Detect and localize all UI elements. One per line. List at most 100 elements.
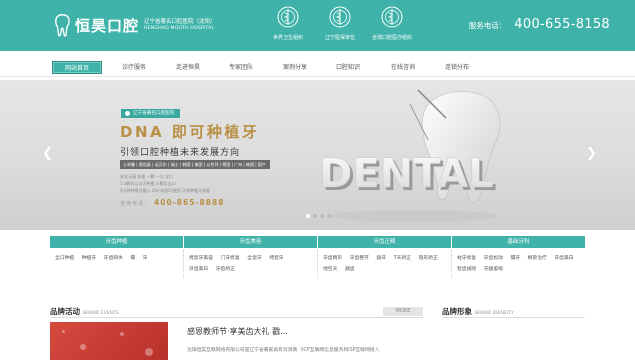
- events-title: 品牌活动: [50, 307, 80, 316]
- banner-line: 安全无痛 快速 一颗 一次 全口: [120, 174, 174, 179]
- brand-identity-title-en: BRAND IDENEITY: [475, 311, 514, 316]
- brand-name: 恒昊口腔: [75, 16, 140, 35]
- hospital-name-cn: 辽宁省著名口腔医院（沈阳）: [144, 18, 216, 25]
- category-link[interactable]: 牙齿矫正: [216, 267, 235, 272]
- nav-item-about[interactable]: 走进恒昊: [168, 61, 208, 74]
- who-emblem-icon: [277, 6, 299, 28]
- certification-badges: 世界卫生组织 辽宁医保单位 全球口腔医疗组织: [262, 6, 418, 41]
- hotline-label: 服务电话：: [468, 21, 507, 30]
- bubble-decoration: [62, 330, 65, 333]
- more-button[interactable]: MORE: [383, 307, 423, 316]
- chevron-left-icon[interactable]: ❮: [42, 146, 53, 161]
- category-link[interactable]: 牙齿美白: [189, 267, 208, 272]
- category-list: 全口种植 种植牙 牙齿缺失 镶 牙: [50, 250, 184, 278]
- category-link[interactable]: 龅牙: [376, 256, 386, 261]
- main-nav: 网站首页 诊疗服务 走进恒昊 专家团队 案例分享 口腔知识 在线咨询 连锁分布: [0, 57, 635, 77]
- category-link[interactable]: 牙: [143, 256, 148, 261]
- logo[interactable]: 恒昊口腔 辽宁省著名口腔医院（沈阳） HENGHAO MOUTH HOSPITA…: [54, 11, 216, 39]
- event-thumbnail[interactable]: [50, 322, 168, 360]
- nav-item-experts[interactable]: 专家团队: [221, 61, 261, 74]
- hotline: 服务电话： 400-655-8158: [469, 17, 610, 32]
- category-link[interactable]: 种植牙: [82, 256, 96, 261]
- banner-tag: 辽宁省著名口腔医院: [121, 109, 181, 118]
- event-description: 沈阳恒昊互联网络有限公司是辽宁省著家具有双资质（ICP互联网信息服务和ISP互联…: [187, 348, 380, 353]
- events-header: 品牌活动 BRAND EVENTS: [50, 306, 423, 318]
- nav-item-consult[interactable]: 在线咨询: [383, 61, 423, 74]
- slide-dot[interactable]: [313, 214, 317, 218]
- category-list: 蛀牙修复 牙齿松动 镶牙 根管治疗 牙齿美白 智齿拔除 牙龈萎缩: [452, 250, 585, 278]
- category-link[interactable]: 7天矫正: [394, 256, 411, 261]
- category-link[interactable]: 根管治疗: [528, 256, 547, 261]
- tooth-dot-icon: [125, 111, 130, 116]
- slide-dot[interactable]: [320, 214, 324, 218]
- category-link[interactable]: 牙齿美白: [554, 256, 573, 261]
- category-link[interactable]: 智齿拔除: [457, 267, 476, 272]
- nav-item-services[interactable]: 诊疗服务: [114, 61, 154, 74]
- nav-item-branches[interactable]: 连锁分布: [437, 61, 477, 74]
- badge-who: 世界卫生组织: [262, 6, 314, 41]
- category-list: 牙齿畸形 牙齿整齐 龅牙 7天矫正 隐形矫正 地包天 龋齿: [318, 250, 452, 278]
- category-link[interactable]: 门牙修复: [221, 256, 240, 261]
- category-link[interactable]: 镶: [130, 256, 135, 261]
- banner-headline: DNA 即可种植牙: [120, 123, 260, 141]
- category-link[interactable]: 蛀牙修复: [457, 256, 476, 261]
- banner-small-text: 安全无痛 快速 一颗 一次 全口 1-3颗可以当天种植 半颗至全口 5分钟种植牙…: [120, 173, 210, 194]
- category-link[interactable]: 牙齿松动: [484, 256, 503, 261]
- brand-identity-header: 品牌形象 BRAND IDENEITY: [442, 306, 585, 318]
- banner-line: 5分钟种植牙植入 24小时即可使用 牙周种植牙修复: [120, 188, 211, 193]
- banner-subhead: 引领口腔种植未来发展方向: [120, 148, 241, 158]
- logo-text: 辽宁省著名口腔医院（沈阳） HENGHAO MOUTH HOSPITAL: [144, 19, 216, 32]
- category-link[interactable]: 牙齿畸形: [323, 256, 342, 261]
- banner-tag-label: 辽宁省著名口腔医院: [133, 111, 175, 116]
- category-tabs: 牙齿种植 牙齿美容 牙齿正畸 基础牙科: [50, 236, 585, 248]
- dental-3d-illustration: DENTAL DENTAL: [319, 89, 501, 222]
- category-link[interactable]: 地包天: [323, 267, 337, 272]
- banner-hotline-label: 咨询电话：: [120, 201, 151, 207]
- who-emblem-icon: [329, 6, 351, 28]
- brand-identity-title: 品牌形象: [442, 307, 472, 316]
- category-list: 烤瓷牙美容 门牙修复 全瓷牙 烤瓷牙 牙齿美白 牙齿矫正: [184, 250, 318, 278]
- category-link[interactable]: 龋齿: [345, 267, 355, 272]
- category-link[interactable]: 牙齿缺失: [104, 256, 123, 261]
- slide-dot[interactable]: [306, 214, 310, 218]
- events-title-en: BRAND EVENTS: [83, 311, 119, 316]
- chevron-right-icon[interactable]: ❯: [586, 146, 597, 161]
- badge-label: 全球口腔医疗组织: [371, 35, 412, 41]
- who-emblem-icon: [381, 6, 403, 28]
- bubble-decoration: [145, 348, 153, 356]
- category-implant[interactable]: 牙齿种植: [50, 236, 184, 248]
- tooth-logo-icon: [55, 13, 70, 37]
- category-link[interactable]: 牙龈萎缩: [484, 267, 503, 272]
- category-orthodontic[interactable]: 牙齿正畸: [318, 236, 452, 248]
- event-headline[interactable]: 感恩教师节·享美齿大礼 戳...: [187, 326, 288, 337]
- category-link[interactable]: 牙齿整齐: [350, 256, 369, 261]
- badge-global: 全球口腔医疗组织: [366, 6, 418, 41]
- category-link[interactable]: 全瓷牙: [247, 256, 261, 261]
- slide-dot[interactable]: [327, 214, 331, 218]
- hospital-name-en: HENGHAO MOUTH HOSPITAL: [144, 25, 215, 31]
- hotline-number[interactable]: 400-655-8158: [514, 17, 610, 32]
- category-link[interactable]: 烤瓷牙美容: [189, 256, 213, 261]
- badge-label: 辽宁医保单位: [324, 35, 355, 41]
- nav-item-home[interactable]: 网站首页: [52, 61, 102, 74]
- hero-banner[interactable]: 辽宁省著名口腔医院 DNA 即可种植牙 引领口腔种植未来发展方向 士卓曼 | 奥…: [0, 80, 635, 230]
- bubble-decoration: [80, 344, 86, 350]
- banner-hotline: 咨询电话： 400-865-8888: [120, 198, 224, 207]
- banner-hotline-number: 400-865-8888: [154, 198, 225, 207]
- category-general[interactable]: 基础牙科: [452, 236, 585, 248]
- category-link[interactable]: 隐形矫正: [419, 256, 438, 261]
- category-cosmetic[interactable]: 牙齿美容: [184, 236, 318, 248]
- category-lists: 全口种植 种植牙 牙齿缺失 镶 牙 烤瓷牙美容 门牙修复 全瓷牙 烤瓷牙 牙齿美…: [50, 250, 585, 278]
- banner-line: 1-3颗可以当天种植 半颗至全口: [120, 181, 176, 186]
- badge-label: 世界卫生组织: [272, 35, 303, 41]
- category-link[interactable]: 镶牙: [510, 256, 520, 261]
- category-link[interactable]: 烤瓷牙: [269, 256, 283, 261]
- banner-brand-strip: 士卓曼 | 奥齿泰 | 诺贝尔 | 瑞士 | 韩国 | 美国 | 以色列 | 德…: [120, 160, 270, 169]
- category-link[interactable]: 全口种植: [55, 256, 74, 261]
- nav-item-cases[interactable]: 案例分享: [275, 61, 315, 74]
- bubble-decoration: [120, 332, 124, 336]
- nav-item-knowledge[interactable]: 口腔知识: [328, 61, 368, 74]
- slide-indicators: [306, 214, 334, 218]
- badge-insurance: 辽宁医保单位: [314, 6, 366, 41]
- site-header: 恒昊口腔 辽宁省著名口腔医院（沈阳） HENGHAO MOUTH HOSPITA…: [0, 0, 635, 51]
